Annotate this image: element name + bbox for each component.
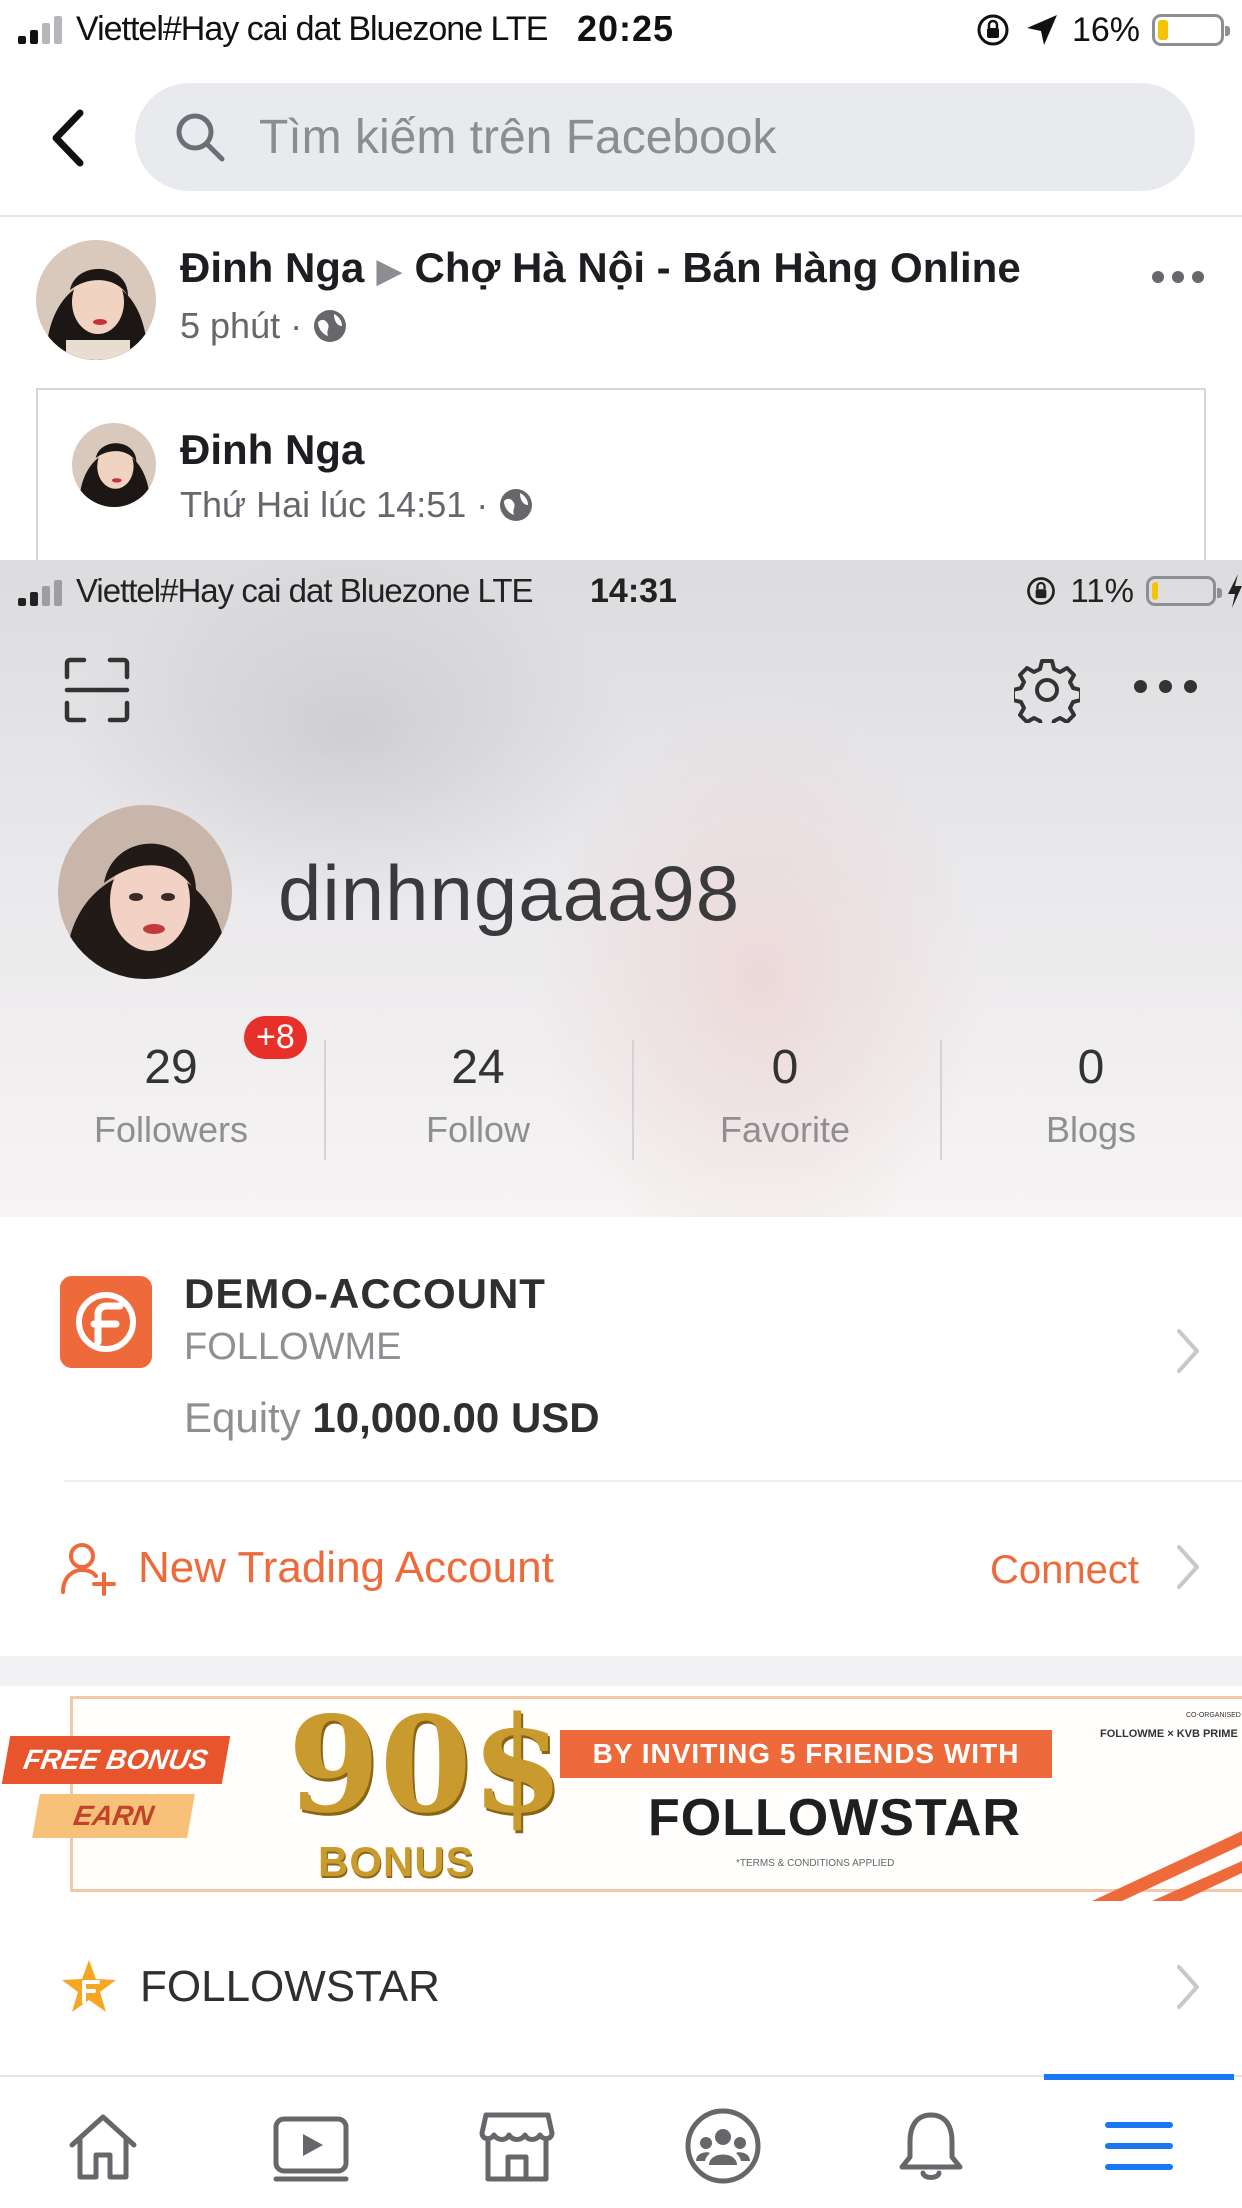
bonus-amount: 90$	[288, 1688, 564, 1843]
followme-logo-icon	[60, 1276, 152, 1368]
stat-label: Favorite	[719, 1109, 851, 1150]
video-icon[interactable]	[272, 2107, 350, 2185]
stat-value: 0	[1077, 1041, 1105, 1094]
battery-icon	[1152, 14, 1230, 46]
co-organised-text: CO-ORGANISED	[1186, 1712, 1241, 1719]
shared-post-card[interactable]	[36, 388, 1206, 568]
embedded-status-bar: Viettel#Hay cai dat Bluezone LTE 14:31 1…	[0, 560, 1242, 622]
stat-value: 0	[771, 1041, 799, 1094]
post-meta: 5 phút ·	[180, 305, 348, 347]
clock: 14:31	[590, 572, 677, 610]
signal-icon	[18, 580, 62, 606]
orientation-lock-icon	[1027, 577, 1056, 605]
meta-separator: ·	[476, 484, 489, 525]
battery-percent: 16%	[1071, 10, 1140, 49]
stat-favorite[interactable]: 0 Favorite	[632, 1040, 938, 1151]
carrier-label: Viettel#Hay cai dat Bluezone LTE	[76, 572, 534, 609]
equity-currency: USD	[510, 1394, 600, 1441]
search-icon	[176, 113, 225, 162]
stat-blogs[interactable]: 0 Blogs	[938, 1040, 1242, 1151]
post-image[interactable]: Viettel#Hay cai dat Bluezone LTE 14:31 1…	[0, 560, 1242, 2075]
share-to-arrow-icon: ▶	[376, 252, 403, 290]
post-author[interactable]: Đinh Nga	[180, 244, 364, 291]
equity-value: 10,000.00	[312, 1394, 500, 1441]
signal-icon	[18, 16, 62, 44]
carrier-label: Viettel#Hay cai dat Bluezone LTE	[76, 10, 548, 48]
earn-tag: EARN	[32, 1794, 196, 1838]
terms-text: *TERMS & CONDITIONS APPLIED	[736, 1858, 895, 1869]
battery-percent: 11%	[1070, 572, 1134, 609]
home-icon[interactable]	[64, 2107, 142, 2185]
more-icon[interactable]	[1134, 680, 1204, 700]
equity-label: Equity	[184, 1394, 301, 1441]
followstar-icon	[62, 1960, 116, 2012]
meta-separator: ·	[290, 305, 303, 346]
notifications-icon[interactable]	[892, 2107, 970, 2185]
followstar-row[interactable]: FOLLOWSTAR	[60, 1958, 440, 2016]
marketplace-icon[interactable]	[478, 2107, 556, 2185]
profile-username: dinhngaaa98	[278, 849, 741, 937]
menu-icon[interactable]	[1100, 2107, 1178, 2185]
shared-author-name[interactable]: Đinh Nga	[180, 426, 364, 474]
search-bar[interactable]	[135, 83, 1195, 191]
account-broker: FOLLOWME	[184, 1326, 402, 1368]
stat-label: Followers	[93, 1109, 249, 1150]
shared-author-avatar[interactable]	[72, 423, 156, 507]
globe-icon	[500, 489, 533, 521]
cobrand-logos: FOLLOWME × KVB PRIME	[1100, 1728, 1238, 1740]
author-avatar[interactable]	[36, 240, 156, 360]
battery-icon	[1146, 576, 1222, 606]
active-tab-indicator	[1044, 2074, 1234, 2080]
account-equity: Equity 10,000.00 USD	[184, 1394, 600, 1442]
search-input[interactable]	[259, 109, 1159, 165]
stat-followers[interactable]: 29 Followers +8	[18, 1016, 324, 1151]
banner-stripe-decoration	[1092, 1831, 1242, 1901]
new-followers-badge: +8	[244, 1016, 307, 1059]
account-name[interactable]: DEMO-ACCOUNT	[184, 1270, 546, 1318]
shared-post-time[interactable]: Thứ Hai lúc 14:51	[180, 484, 466, 526]
chevron-right-icon[interactable]	[1176, 1964, 1200, 2010]
followstar-title: FOLLOWSTAR	[648, 1789, 1021, 1847]
post-more-button[interactable]	[1152, 262, 1208, 292]
promo-banner[interactable]: FREE BONUS EARN 90$ BONUS BY INVITING 5 …	[0, 1686, 1242, 1901]
new-trading-account-row[interactable]: New Trading Account	[60, 1540, 554, 1596]
globe-icon	[314, 310, 347, 342]
gear-icon[interactable]	[1014, 657, 1080, 723]
scan-icon[interactable]	[64, 657, 130, 723]
stat-follow[interactable]: 24 Follow	[325, 1040, 631, 1151]
post-group[interactable]: Chợ Hà Nội - Bán Hàng Online	[414, 244, 1020, 291]
clock: 20:25	[577, 8, 675, 49]
followstar-label: FOLLOWSTAR	[140, 1962, 440, 2011]
profile-stats: 29 Followers +8 24 Follow 0 Favorite 0 B…	[0, 1016, 1242, 1200]
chevron-right-icon[interactable]	[1176, 1544, 1200, 1590]
location-icon	[1026, 15, 1057, 45]
stat-value: 24	[451, 1041, 505, 1094]
add-user-icon	[61, 1543, 116, 1596]
connect-link[interactable]: Connect	[990, 1548, 1139, 1593]
free-bonus-tag: FREE BONUS	[1, 1736, 230, 1784]
orientation-lock-icon	[977, 14, 1009, 46]
bonus-word: BONUS	[318, 1838, 475, 1885]
groups-icon[interactable]	[684, 2107, 762, 2185]
header-divider	[0, 215, 1242, 217]
back-button[interactable]	[40, 98, 100, 178]
profile-header-background: Viettel#Hay cai dat Bluezone LTE 14:31 1…	[0, 560, 1242, 1217]
row-divider	[64, 1480, 1242, 1482]
chevron-right-icon[interactable]	[1176, 1328, 1200, 1374]
charging-bolt-icon	[1228, 574, 1242, 608]
stat-label: Follow	[425, 1109, 531, 1150]
post-time[interactable]: 5 phút	[180, 305, 280, 347]
shared-post-meta: Thứ Hai lúc 14:51 ·	[180, 484, 534, 526]
profile-avatar[interactable]	[58, 805, 232, 979]
status-bar: Viettel#Hay cai dat Bluezone LTE 20:25 1…	[0, 0, 1242, 62]
bottom-nav	[0, 2074, 1242, 2208]
post-title: Đinh Nga ▶ Chợ Hà Nội - Bán Hàng Online	[180, 244, 1021, 292]
new-trading-account-label: New Trading Account	[138, 1543, 554, 1592]
stat-label: Blogs	[1045, 1109, 1137, 1150]
invite-text: BY INVITING 5 FRIENDS WITH	[560, 1730, 1052, 1778]
